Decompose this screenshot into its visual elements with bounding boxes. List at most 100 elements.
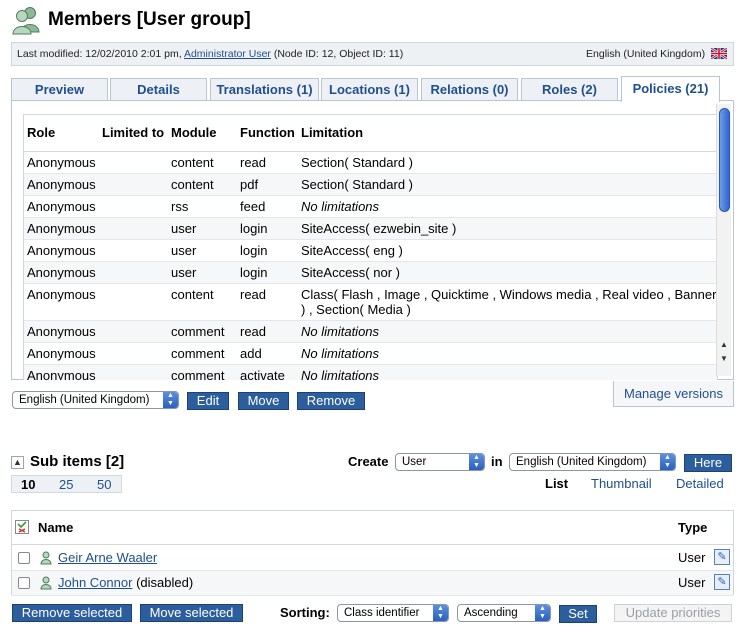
sort-order-value: Ascending: [464, 607, 518, 619]
limit-50[interactable]: 50: [97, 477, 111, 492]
view-detailed[interactable]: Detailed: [676, 476, 724, 491]
in-label: in: [491, 454, 503, 469]
limited-to-cell: [99, 217, 168, 240]
tab-preview[interactable]: Preview: [11, 78, 108, 101]
page-title: Members [User group]: [48, 9, 251, 30]
sort-field-select[interactable]: Class identifier ▲ ▼: [337, 604, 449, 622]
limited-to-cell: [99, 364, 168, 380]
scrollbar-thumb[interactable]: [719, 108, 730, 212]
tab-roles[interactable]: Roles (2): [521, 78, 618, 101]
item-checkbox[interactable]: [18, 552, 30, 564]
view-mode-bar: List Thumbnail Detailed: [535, 475, 734, 493]
list-item: Geir Arne Waaler User ✎: [12, 546, 733, 571]
edit-icon[interactable]: ✎: [714, 549, 730, 565]
manage-versions-link[interactable]: Manage versions: [624, 386, 723, 401]
module-cell: comment: [168, 320, 237, 343]
module-cell: rss: [168, 195, 237, 218]
item-name-link[interactable]: Geir Arne Waaler: [58, 550, 157, 565]
col-limitation: Limitation: [298, 115, 717, 152]
limited-to-cell: [99, 173, 168, 196]
user-icon: [40, 551, 52, 565]
invert-selection-icon[interactable]: [15, 520, 29, 534]
tab-relations[interactable]: Relations (0): [421, 78, 518, 101]
role-cell: Anonymous: [24, 283, 99, 321]
scroll-up-arrow-icon[interactable]: ▲: [720, 340, 728, 349]
function-cell: read: [237, 151, 298, 174]
function-cell: feed: [237, 195, 298, 218]
limited-to-cell: [99, 195, 168, 218]
items-per-page: 10 25 50: [11, 475, 122, 493]
limited-to-cell: [99, 342, 168, 365]
node-info: (Node ID: 12, Object ID: 11): [273, 48, 404, 60]
item-checkbox[interactable]: [18, 577, 30, 589]
remove-button[interactable]: Remove: [297, 392, 365, 410]
move-selected-button[interactable]: Move selected: [140, 604, 243, 622]
modifier-link[interactable]: Administrator User: [184, 48, 271, 60]
subitems-title: Sub items [2]: [30, 453, 125, 470]
scroll-down-arrow-icon[interactable]: ▼: [720, 354, 728, 363]
policies-table: Role Limited to Module Function Limitati…: [24, 115, 717, 380]
function-cell: login: [237, 261, 298, 284]
subitems-table: Name Type Geir Arne Waaler User ✎ John C…: [11, 510, 734, 596]
view-list[interactable]: List: [545, 476, 569, 491]
limited-to-cell: [99, 320, 168, 343]
limitation-cell: No limitations: [298, 195, 717, 218]
here-button[interactable]: Here: [684, 454, 732, 472]
last-modified: Last modified: 12/02/2010 2:01 pm, Admin…: [17, 48, 403, 60]
view-thumbnail[interactable]: Thumbnail: [591, 476, 652, 491]
item-name-link[interactable]: John Connor: [58, 575, 132, 590]
language-select[interactable]: English (United Kingdom) ▲ ▼: [12, 391, 179, 409]
limitation-cell: No limitations: [298, 342, 717, 365]
limitation-cell: Class( Flash , Image , Quicktime , Windo…: [298, 283, 717, 321]
edit-button[interactable]: Edit: [187, 392, 229, 410]
policy-row: Anonymous content read Section( Standard ): [24, 151, 717, 174]
set-button[interactable]: Set: [559, 605, 597, 623]
create-language-select[interactable]: English (United Kingdom) ▲ ▼: [509, 453, 676, 471]
function-cell: add: [237, 342, 298, 365]
limited-to-cell: [99, 283, 168, 321]
tab-translations[interactable]: Translations (1): [210, 78, 319, 101]
role-cell: Anonymous: [24, 151, 99, 174]
module-cell: content: [168, 283, 237, 321]
limit-10[interactable]: 10: [21, 477, 35, 492]
tab-policies[interactable]: Policies (21): [621, 76, 720, 102]
module-cell: user: [168, 217, 237, 240]
policy-row: Anonymous comment add No limitations: [24, 342, 717, 365]
edit-icon[interactable]: ✎: [714, 574, 730, 590]
collapse-icon[interactable]: ▲: [11, 456, 24, 469]
user-icon: [40, 576, 52, 590]
policies-table-container[interactable]: Role Limited to Module Function Limitati…: [23, 114, 718, 380]
policy-row: Anonymous user login SiteAccess( eng ): [24, 239, 717, 262]
policies-scrollbar[interactable]: ▲ ▼: [716, 104, 731, 376]
limit-25[interactable]: 25: [59, 477, 73, 492]
sort-field-value: Class identifier: [344, 607, 420, 619]
item-status: (disabled): [136, 575, 194, 590]
role-cell: Anonymous: [24, 217, 99, 240]
col-module: Module: [168, 115, 237, 152]
list-item: John Connor (disabled) User ✎: [12, 571, 733, 596]
remove-selected-button[interactable]: Remove selected: [12, 604, 132, 622]
col-function: Function: [237, 115, 298, 152]
tab-locations[interactable]: Locations (1): [321, 78, 418, 101]
module-cell: content: [168, 173, 237, 196]
info-bar: Last modified: 12/02/2010 2:01 pm, Admin…: [11, 42, 734, 66]
sort-order-select[interactable]: Ascending ▲ ▼: [457, 604, 551, 622]
limitation-cell: No limitations: [298, 364, 717, 380]
create-class-select[interactable]: User ▲ ▼: [395, 453, 485, 471]
select-arrows-icon: ▲ ▼: [163, 392, 178, 408]
tab-details[interactable]: Details: [110, 78, 207, 101]
manage-versions-box: Manage versions: [613, 381, 734, 407]
policy-row: Anonymous comment activate No limitations: [24, 364, 717, 380]
current-language: English (United Kingdom): [586, 48, 727, 60]
create-language-value: English (United Kingdom): [516, 456, 647, 468]
create-label: Create: [348, 454, 389, 469]
role-cell: Anonymous: [24, 173, 99, 196]
move-button[interactable]: Move: [238, 392, 289, 410]
limitation-cell: SiteAccess( nor ): [298, 261, 717, 284]
function-cell: activate: [237, 364, 298, 380]
policy-row: Anonymous content read Class( Flash , Image…: [24, 283, 717, 321]
limitation-cell: No limitations: [298, 320, 717, 343]
select-arrows-icon: ▲ ▼: [660, 454, 675, 470]
language-select-value: English (United Kingdom): [19, 394, 150, 406]
function-cell: read: [237, 320, 298, 343]
